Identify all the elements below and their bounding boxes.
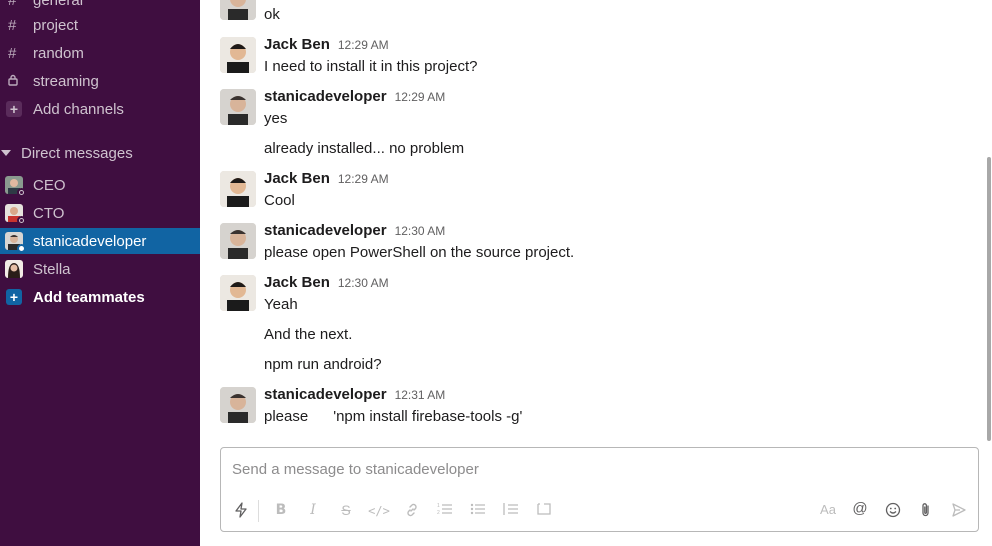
scrollbar[interactable]: [987, 157, 991, 441]
plus-icon: +: [6, 289, 22, 305]
mention-icon[interactable]: @: [849, 500, 871, 517]
author-name[interactable]: Jack Ben: [264, 36, 330, 53]
shortcuts-icon[interactable]: [230, 502, 252, 521]
link-icon[interactable]: [401, 502, 423, 521]
code-icon[interactable]: </>: [368, 504, 390, 518]
avatar[interactable]: [220, 0, 256, 20]
message-header: Jack Ben 12:29 AM: [264, 170, 389, 187]
dm-ceo[interactable]: CEO: [0, 172, 200, 198]
emoji-icon[interactable]: [882, 502, 904, 521]
message-header: Jack Ben 12:29 AM: [264, 36, 389, 53]
hash-icon: #: [8, 16, 17, 34]
timestamp[interactable]: 12:29 AM: [395, 90, 446, 104]
presence-icon: [17, 216, 26, 225]
channel-streaming[interactable]: streaming: [0, 68, 200, 94]
avatar[interactable]: [220, 89, 256, 125]
message-composer[interactable]: Send a message to stanicadeveloper B I S…: [220, 447, 979, 532]
message-text: already installed... no problem: [264, 140, 465, 157]
message-text: yes: [264, 110, 288, 127]
bold-icon[interactable]: B: [270, 502, 292, 518]
message-header: Jack Ben 12:30 AM: [264, 274, 389, 291]
dm-cto[interactable]: CTO: [0, 200, 200, 226]
avatar: [5, 260, 23, 278]
avatar[interactable]: [220, 171, 256, 207]
message-text: And the next.: [264, 326, 353, 343]
avatar: [5, 176, 26, 197]
avatar[interactable]: [220, 387, 256, 423]
channel-label: random: [33, 44, 84, 62]
timestamp[interactable]: 12:31 AM: [395, 388, 446, 402]
add-teammates-button[interactable]: + Add teammates: [0, 284, 200, 310]
channel-label: streaming: [33, 72, 99, 90]
message-text: please 'npm install firebase-tools -g': [264, 408, 523, 425]
timestamp[interactable]: 12:29 AM: [338, 172, 389, 186]
add-teammates-label: Add teammates: [33, 288, 145, 306]
dm-label: Stella: [33, 260, 71, 278]
hash-icon: #: [8, 0, 17, 9]
send-icon[interactable]: [948, 502, 970, 521]
channel-random[interactable]: # random: [0, 40, 200, 66]
add-channels-button[interactable]: + Add channels: [0, 96, 200, 122]
ordered-list-icon[interactable]: 12: [434, 502, 456, 519]
message-text: I need to install it in this project?: [264, 58, 478, 75]
presence-icon: [17, 244, 26, 253]
message-header: stanicadeveloper 12:29 AM: [264, 88, 445, 105]
channel-label: general: [33, 0, 84, 9]
message-list: ok Jack Ben 12:29 AM I need to install i…: [200, 0, 992, 440]
hash-icon: #: [8, 44, 17, 62]
channel-label: project: [33, 16, 79, 34]
formatting-toggle-icon[interactable]: Aa: [817, 502, 839, 517]
message-text: ok: [264, 6, 280, 23]
timestamp[interactable]: 12:30 AM: [338, 276, 389, 290]
add-channels-label: Add channels: [33, 100, 124, 118]
italic-icon[interactable]: I: [302, 502, 324, 518]
message-text: Cool: [264, 192, 295, 209]
timestamp[interactable]: 12:29 AM: [338, 38, 389, 52]
dm-label: stanicadeveloper: [33, 232, 147, 250]
author-name[interactable]: Jack Ben: [264, 274, 330, 291]
dm-stella[interactable]: Stella: [0, 256, 200, 282]
avatar: [5, 204, 26, 225]
author-name[interactable]: stanicadeveloper: [264, 88, 387, 105]
avatar[interactable]: [220, 37, 256, 73]
code-block-icon[interactable]: [533, 502, 555, 519]
plus-icon: +: [6, 101, 22, 117]
toolbar-divider: [258, 500, 259, 522]
svg-text:2: 2: [437, 510, 440, 516]
bulleted-list-icon[interactable]: [467, 502, 489, 519]
strikethrough-icon[interactable]: S: [335, 502, 357, 518]
presence-icon: [17, 188, 26, 197]
lock-icon: [8, 73, 30, 90]
dm-label: CTO: [33, 204, 65, 222]
author-name[interactable]: stanicadeveloper: [264, 222, 387, 239]
direct-messages-label: Direct messages: [21, 144, 133, 162]
message-header: stanicadeveloper 12:30 AM: [264, 222, 445, 239]
timestamp[interactable]: 12:30 AM: [395, 224, 446, 238]
svg-text:1: 1: [437, 503, 440, 509]
dm-stanicadeveloper[interactable]: stanicadeveloper: [0, 228, 200, 254]
message-input-placeholder[interactable]: Send a message to stanicadeveloper: [232, 461, 479, 478]
caret-down-icon: [1, 150, 11, 156]
message-text: please open PowerShell on the source pro…: [264, 244, 575, 261]
dm-label: CEO: [33, 176, 66, 194]
message-text: Yeah: [264, 296, 298, 313]
avatar: [5, 232, 26, 253]
sidebar: # general # project # random streaming +…: [0, 0, 200, 546]
blockquote-icon[interactable]: [500, 502, 522, 519]
direct-messages-header[interactable]: Direct messages: [0, 140, 200, 166]
avatar-image: [5, 260, 23, 278]
attach-icon[interactable]: [915, 502, 937, 521]
author-name[interactable]: Jack Ben: [264, 170, 330, 187]
avatar[interactable]: [220, 223, 256, 259]
channel-project[interactable]: # project: [0, 12, 200, 38]
author-name[interactable]: stanicadeveloper: [264, 386, 387, 403]
avatar[interactable]: [220, 275, 256, 311]
message-header: stanicadeveloper 12:31 AM: [264, 386, 445, 403]
message-text: npm run android?: [264, 356, 382, 373]
